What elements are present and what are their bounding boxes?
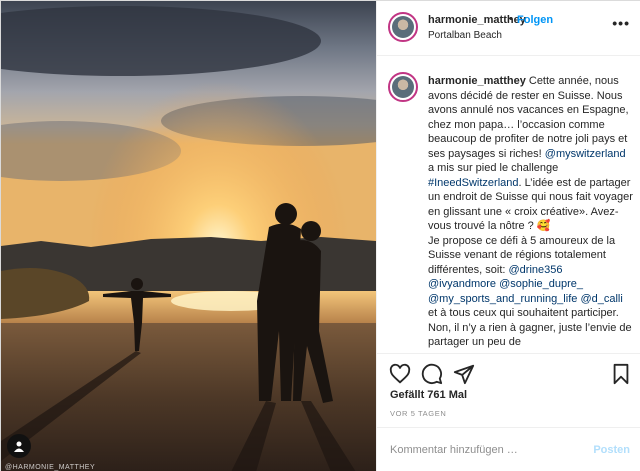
caption-link[interactable]: @myswitzerland: [545, 148, 626, 160]
share-icon[interactable]: [453, 363, 475, 385]
user-tag-button[interactable]: [7, 434, 31, 458]
action-bar: [377, 353, 640, 393]
author-avatar[interactable]: [388, 12, 418, 42]
post-caption: harmonie_matthey Cette année, nous avons…: [428, 74, 633, 350]
post-comment-button[interactable]: Posten: [593, 444, 630, 456]
post-photo[interactable]: @HARMONIE_MATTHEY: [1, 1, 376, 471]
caption-link[interactable]: @ivyandmore: [428, 278, 496, 290]
bookmark-icon[interactable]: [610, 363, 632, 385]
caption-username[interactable]: harmonie_matthey: [428, 75, 526, 87]
caption-link[interactable]: #IneedSwitzerland: [428, 177, 519, 189]
caption-author-avatar[interactable]: [388, 72, 418, 102]
comment-input[interactable]: [390, 440, 580, 460]
sunset-beach-photo: [1, 1, 376, 471]
more-options-icon[interactable]: •••: [612, 15, 630, 31]
follow-button[interactable]: Folgen: [517, 14, 553, 26]
caption-link[interactable]: @my_sports_and_running_life: [428, 293, 577, 305]
comment-icon[interactable]: [421, 363, 443, 385]
post-timestamp[interactable]: VOR 5 TAGEN: [390, 409, 446, 418]
caption-segment: et à tous ceux qui souhaitent participer…: [428, 307, 632, 348]
caption-link[interactable]: @sophie_dupre_: [499, 278, 583, 290]
add-comment-bar: Posten: [377, 427, 640, 471]
user-tag-icon: [14, 441, 24, 452]
caption-segment: a mis sur pied le challenge: [428, 162, 559, 174]
photo-watermark: @HARMONIE_MATTHEY: [5, 464, 96, 471]
comments-section[interactable]: harmonie_matthey Cette année, nous avons…: [377, 57, 640, 353]
caption-link[interactable]: @drine356: [509, 264, 563, 276]
caption-text: Cette année, nous avons décidé de rester…: [428, 75, 633, 348]
separator-dot: •: [509, 13, 513, 25]
post-header: harmonie_matthey • Folgen Portalban Beac…: [377, 1, 640, 56]
heart-icon[interactable]: [389, 363, 411, 385]
instagram-post: @HARMONIE_MATTHEY harmonie_matthey • Fol…: [0, 0, 640, 471]
post-location[interactable]: Portalban Beach: [428, 30, 502, 41]
caption-link[interactable]: @d_calli: [580, 293, 622, 305]
post-sidebar: harmonie_matthey • Folgen Portalban Beac…: [376, 1, 640, 471]
like-count[interactable]: Gefällt 761 Mal: [390, 389, 467, 401]
